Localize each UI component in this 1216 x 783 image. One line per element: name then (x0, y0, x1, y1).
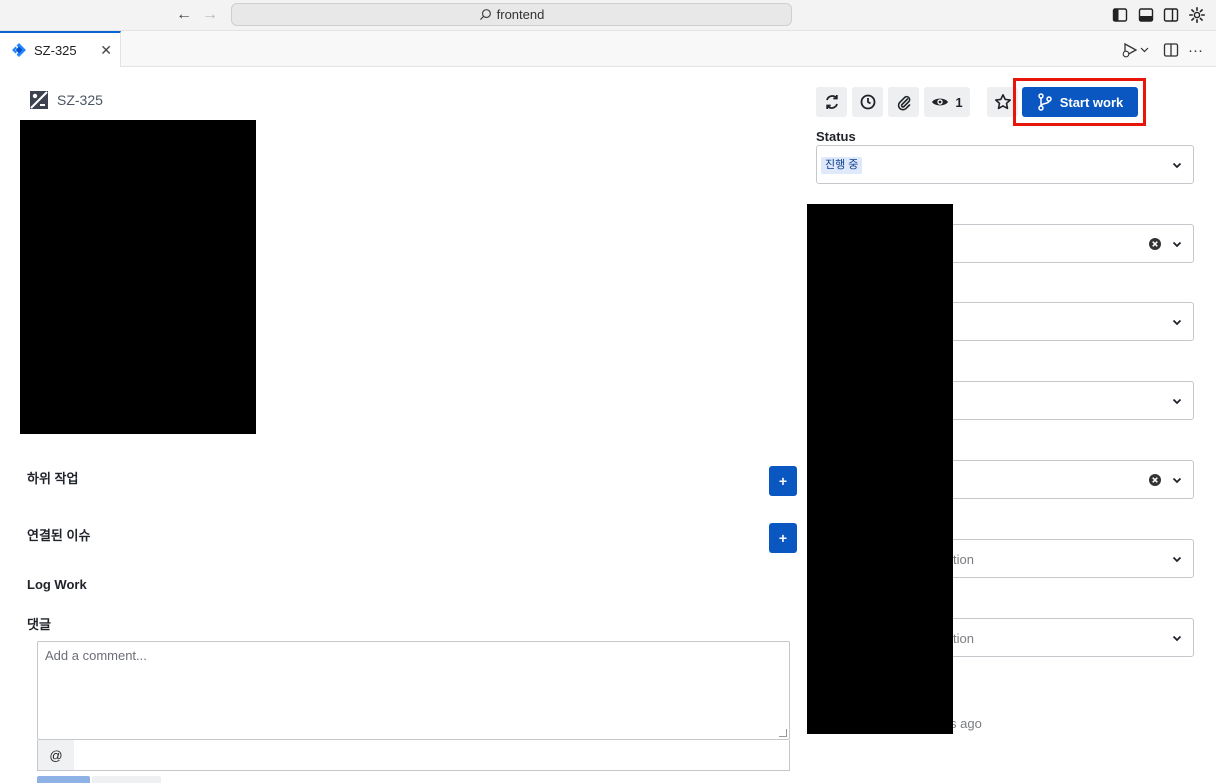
run-debug-icon[interactable] (1121, 41, 1151, 59)
chevron-down-icon (1172, 477, 1182, 484)
refresh-icon (825, 95, 838, 109)
linked-issues-heading: 연결된 이슈 (27, 528, 91, 543)
star-icon (994, 94, 1011, 110)
chevron-down-icon (1172, 398, 1182, 405)
status-dropdown[interactable]: 진행 중 (816, 145, 1194, 184)
refresh-button[interactable] (816, 87, 847, 117)
clock-icon (860, 94, 875, 110)
toggle-panel-icon[interactable] (1137, 6, 1155, 24)
toggle-secondary-sidebar-icon[interactable] (1162, 6, 1180, 24)
tab-label: SZ-325 (34, 42, 77, 58)
status-label: Status (816, 129, 856, 144)
issue-key: SZ-325 (57, 92, 103, 108)
split-editor-icon[interactable] (1162, 41, 1180, 59)
search-icon (479, 9, 491, 21)
redacted-field-labels (807, 204, 953, 734)
chevron-down-icon (1172, 162, 1182, 169)
comment-input[interactable]: Add a comment... (37, 641, 790, 740)
back-arrow-icon[interactable]: ← (174, 5, 194, 25)
jira-icon (12, 43, 26, 57)
comment-placeholder: Add a comment... (45, 648, 147, 663)
clear-icon[interactable] (1148, 237, 1162, 251)
field-partial-text: tion (953, 552, 974, 567)
updated-time-text: s ago (950, 716, 982, 731)
toggle-primary-sidebar-icon[interactable] (1111, 6, 1129, 24)
tab-sz-325[interactable]: SZ-325 ✕ (0, 31, 121, 67)
chevron-down-icon (1172, 241, 1182, 248)
eye-icon (932, 98, 949, 106)
watch-button[interactable]: 1 (924, 87, 970, 117)
close-tab-icon[interactable]: ✕ (100, 42, 112, 59)
status-lozenge: 진행 중 (821, 157, 863, 174)
command-center-search[interactable]: frontend (231, 3, 792, 26)
editor-tab-bar: SZ-325 ✕ (0, 31, 1216, 67)
history-button[interactable] (852, 87, 883, 117)
comments-heading: 댓글 (27, 617, 51, 632)
log-work-heading: Log Work (27, 577, 87, 592)
chevron-down-icon (1172, 635, 1182, 642)
settings-gear-icon[interactable] (1188, 6, 1206, 24)
redacted-description (20, 120, 256, 434)
watch-count: 1 (955, 94, 963, 110)
field-partial-text: tion (953, 631, 974, 646)
add-linked-issue-button[interactable]: + (769, 523, 797, 553)
title-bar: ← → frontend (0, 0, 1216, 31)
comment-toolbar: @ (37, 740, 790, 771)
forward-arrow-icon[interactable]: → (200, 5, 220, 25)
add-subtask-button[interactable]: + (769, 466, 797, 496)
issue-type-icon (30, 91, 48, 109)
git-branch-icon (1037, 93, 1052, 111)
paperclip-icon (897, 95, 910, 111)
search-text: frontend (496, 7, 545, 22)
more-actions-icon[interactable]: ··· (1188, 41, 1203, 59)
resize-handle[interactable] (779, 729, 787, 737)
cancel-comment-button[interactable] (92, 776, 161, 783)
save-comment-button[interactable] (37, 776, 90, 783)
chevron-down-icon (1172, 556, 1182, 563)
mention-button[interactable]: @ (38, 740, 74, 770)
start-work-label: Start work (1059, 94, 1124, 110)
issue-key-row: SZ-325 (29, 90, 103, 110)
attach-button[interactable] (888, 87, 919, 117)
subtasks-heading: 하위 작업 (27, 471, 79, 486)
clear-icon[interactable] (1148, 473, 1162, 487)
chevron-down-icon (1172, 319, 1182, 326)
start-work-button[interactable]: Start work (1022, 87, 1138, 117)
